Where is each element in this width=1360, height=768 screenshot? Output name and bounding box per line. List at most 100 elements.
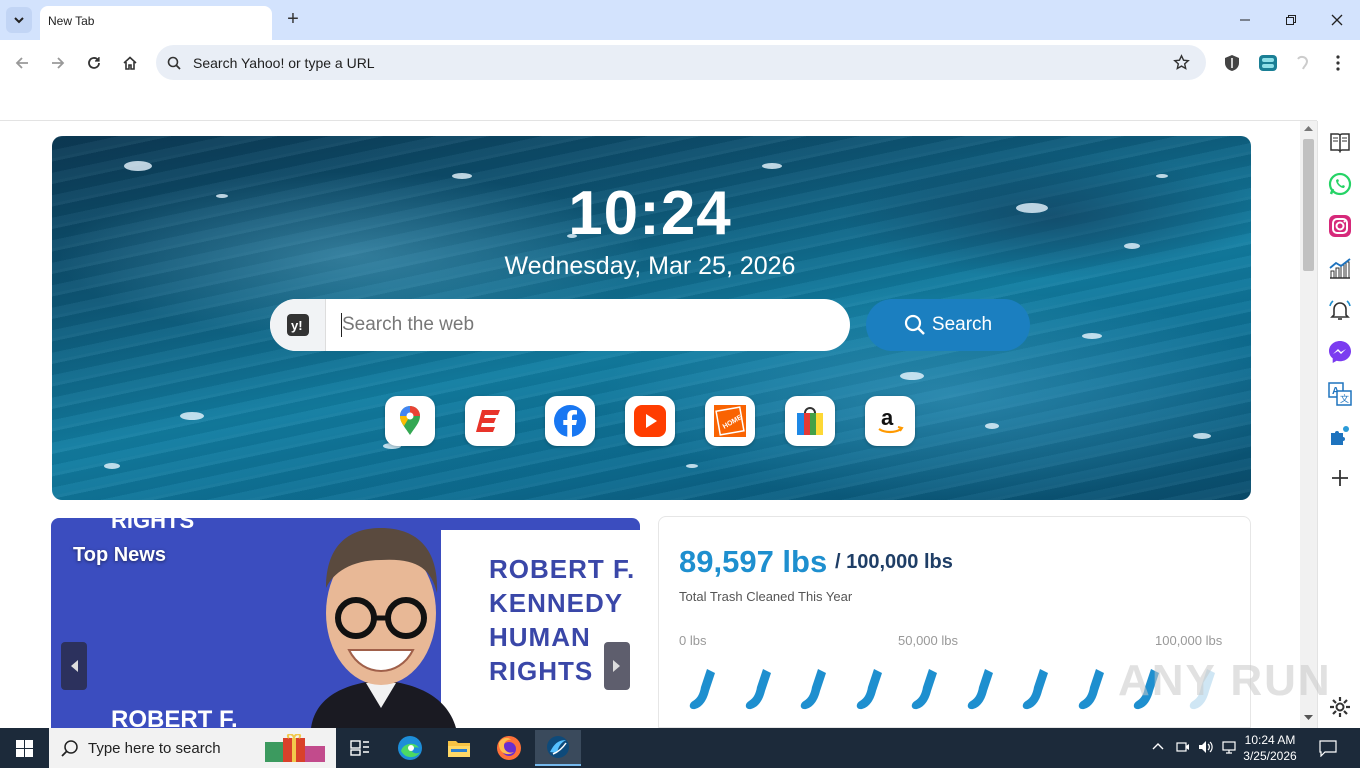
shield-icon (1225, 55, 1239, 71)
start-button[interactable] (4, 732, 44, 764)
tab-title: New Tab (48, 14, 95, 28)
taskbar-firefox[interactable] (489, 732, 529, 764)
chevron-down-icon (14, 17, 24, 24)
page-scrollbar[interactable] (1300, 121, 1317, 728)
amazon-icon: a (878, 405, 904, 434)
back-button[interactable] (9, 50, 35, 76)
minimize-icon (1240, 19, 1250, 21)
shortcut-youtube[interactable] (625, 396, 675, 446)
google-maps-icon (400, 406, 420, 435)
faded-extension-icon (1297, 55, 1309, 70)
forward-button[interactable] (45, 50, 71, 76)
web-search-box[interactable]: y! Search the web (270, 299, 850, 351)
volume-icon[interactable] (1198, 740, 1214, 754)
browser-menu-button[interactable] (1327, 52, 1349, 74)
taskbar-clock[interactable]: 10:24 AM 3/25/2026 (1240, 732, 1300, 764)
shortcut-microsoft-store[interactable] (785, 396, 835, 446)
browser-toolbar: Search Yahoo! or type a URL (0, 40, 1360, 86)
news-title: Top News (73, 544, 166, 566)
title-bar: New Tab + (0, 0, 1360, 40)
tray-chevron-up-icon[interactable] (1152, 742, 1164, 750)
news-photo-person (311, 528, 456, 728)
scroll-down-icon[interactable] (1304, 715, 1313, 721)
tab-new-tab[interactable]: New Tab (40, 6, 272, 40)
task-view-button[interactable] (340, 732, 380, 764)
facebook-icon (554, 405, 586, 438)
trash-sock-icon (689, 669, 715, 710)
new-tab-button[interactable]: + (282, 9, 304, 31)
search-button[interactable]: Search (866, 299, 1030, 351)
side-translate[interactable]: A文 (1328, 382, 1352, 406)
taskbar-edge[interactable] (390, 732, 430, 764)
folder-icon (448, 741, 470, 757)
extension-shield-button[interactable] (1221, 52, 1243, 74)
sign-line-3: HUMAN (489, 622, 591, 652)
trash-sock-icon (856, 669, 882, 710)
side-puzzle[interactable] (1328, 424, 1352, 448)
side-reading-list[interactable] (1328, 130, 1352, 154)
trash-sock-icon (967, 669, 993, 710)
tab-search-button[interactable] (6, 7, 32, 33)
reading-list-icon (1330, 133, 1350, 153)
shortcut-eventbrite[interactable] (465, 396, 515, 446)
chart-icon (1329, 258, 1351, 279)
search-icon (61, 740, 78, 757)
taskbar-active-browser[interactable] (535, 730, 581, 766)
search-input-placeholder[interactable]: Search the web (342, 314, 474, 336)
trash-amount: 89,597 lbs (679, 544, 828, 579)
shortcut-facebook[interactable] (545, 396, 595, 446)
top-news-card[interactable]: RIGHTS ROBERT F. KENNEDY HUMAN RIGHTS RO… (51, 518, 640, 728)
scale-mid-label: 50,000 lbs (898, 633, 958, 648)
windows-taskbar: Type here to search 10:24 AM 3/25/2026 (0, 728, 1360, 768)
home-depot-icon: HOME (714, 405, 746, 437)
scrollbar-thumb[interactable] (1303, 139, 1314, 271)
forward-arrow-icon (52, 57, 65, 69)
side-whatsapp[interactable] (1328, 172, 1352, 196)
side-add[interactable] (1328, 466, 1352, 490)
trash-sock-icon (800, 669, 826, 710)
side-messenger[interactable] (1328, 340, 1352, 364)
scale-min-label: 0 lbs (679, 633, 707, 648)
news-next-button[interactable] (604, 642, 630, 690)
reload-icon (88, 57, 100, 69)
extension-faded-button[interactable] (1291, 52, 1313, 74)
svg-text:a: a (881, 405, 894, 430)
anyrun-watermark: ANY RUN (1118, 656, 1332, 705)
side-alarm[interactable] (1328, 298, 1352, 322)
news-prev-button[interactable] (61, 642, 87, 690)
shortcut-home-depot[interactable]: HOME (705, 396, 755, 446)
network-icon[interactable] (1222, 740, 1238, 754)
svg-text:文: 文 (1340, 393, 1349, 405)
bookmark-star-icon[interactable] (1173, 54, 1190, 71)
taskbar-file-explorer[interactable] (439, 732, 479, 764)
messenger-icon (1329, 341, 1351, 363)
taskbar-date: 3/25/2026 (1243, 749, 1297, 763)
close-icon (1331, 14, 1343, 26)
alarm-icon (1329, 300, 1351, 320)
meet-now-icon[interactable] (1176, 740, 1190, 754)
browser-app-icon (547, 736, 569, 758)
extension-toggle-button[interactable] (1257, 52, 1279, 74)
side-instagram[interactable] (1328, 214, 1352, 238)
shopping-bag-icon (797, 407, 823, 435)
shortcut-google-maps[interactable] (385, 396, 435, 446)
more-vertical-icon (1336, 55, 1340, 71)
scroll-up-icon[interactable] (1304, 125, 1313, 131)
search-button-label: Search (931, 314, 993, 335)
trash-sock-icon (745, 669, 771, 710)
search-icon (167, 56, 181, 70)
notification-icon[interactable] (1319, 739, 1337, 757)
address-bar[interactable]: Search Yahoo! or type a URL (156, 45, 1206, 80)
reload-button[interactable] (81, 50, 107, 76)
home-button[interactable] (117, 50, 143, 76)
side-stats[interactable] (1328, 256, 1352, 280)
shortcut-amazon[interactable]: a (865, 396, 915, 446)
taskbar-search-box[interactable]: Type here to search (49, 728, 336, 768)
restore-button[interactable] (1268, 0, 1314, 40)
close-button[interactable] (1314, 0, 1360, 40)
minimize-button[interactable] (1222, 0, 1268, 40)
windows-logo-icon (15, 739, 33, 757)
search-icon (904, 314, 925, 335)
yahoo-search-engine-icon[interactable]: y! (270, 299, 326, 351)
scale-max-label: 100,000 lbs (1155, 633, 1223, 648)
